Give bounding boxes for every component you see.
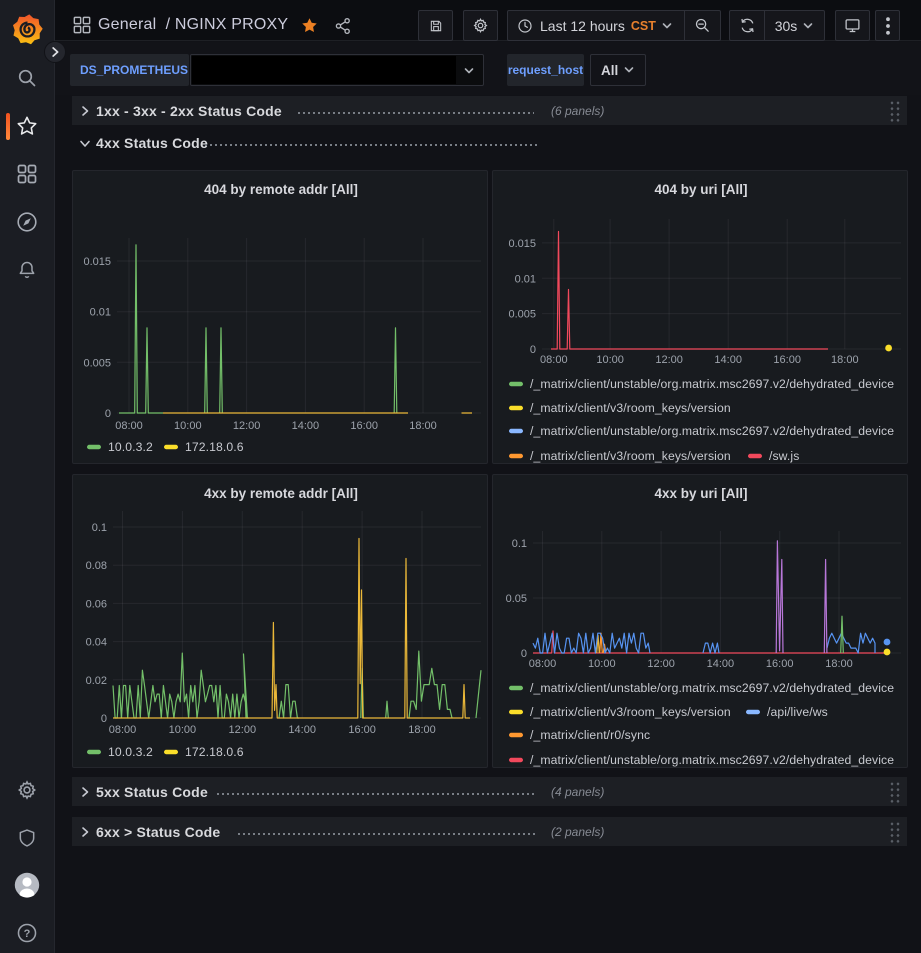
svg-text:18:00: 18:00 [408, 724, 436, 736]
svg-text:10.0.3.2: 10.0.3.2 [108, 440, 153, 454]
svg-text:10:00: 10:00 [174, 420, 202, 432]
svg-text:12:00: 12:00 [229, 724, 257, 736]
svg-text:?: ? [24, 928, 31, 940]
svg-text:18:00: 18:00 [825, 658, 853, 670]
svg-text:0: 0 [521, 648, 527, 660]
svg-text:10:00: 10:00 [596, 354, 624, 366]
svg-text:08:00: 08:00 [529, 658, 557, 670]
svg-text:18:00: 18:00 [409, 420, 437, 432]
svg-text:4xx by uri [All]: 4xx by uri [All] [654, 486, 747, 501]
svg-text:404 by uri [All]: 404 by uri [All] [654, 182, 747, 197]
svg-text:08:00: 08:00 [115, 420, 143, 432]
svg-text:172.18.0.6: 172.18.0.6 [185, 745, 244, 759]
svg-text:16:00: 16:00 [350, 420, 378, 432]
svg-text:10:00: 10:00 [588, 658, 616, 670]
svg-text:404 by remote addr [All]: 404 by remote addr [All] [204, 182, 358, 197]
svg-text:0.08: 0.08 [86, 560, 107, 572]
svg-text:0.05: 0.05 [506, 593, 527, 605]
svg-text:0.02: 0.02 [86, 675, 107, 687]
svg-text:14:00: 14:00 [714, 354, 742, 366]
svg-text:18:00: 18:00 [831, 354, 859, 366]
svg-text:0.1: 0.1 [512, 538, 527, 550]
svg-text:/_matrix/client/unstable/org.m: /_matrix/client/unstable/org.matrix.msc2… [530, 424, 894, 438]
svg-text:/_matrix/client/v3/room_keys/v: /_matrix/client/v3/room_keys/version [530, 705, 731, 719]
svg-text:0.015: 0.015 [508, 238, 536, 250]
svg-text:12:00: 12:00 [233, 420, 261, 432]
svg-text:0: 0 [105, 408, 111, 420]
svg-text:14:00: 14:00 [288, 724, 316, 736]
svg-text:/api/live/ws: /api/live/ws [767, 705, 828, 719]
svg-text:0.01: 0.01 [515, 273, 536, 285]
svg-text:/_matrix/client/v3/room_keys/v: /_matrix/client/v3/room_keys/version [530, 449, 731, 463]
svg-text:/_matrix/client/unstable/org.m: /_matrix/client/unstable/org.matrix.msc2… [530, 681, 894, 695]
svg-text:/sw.js: /sw.js [769, 449, 799, 463]
svg-text:/_matrix/client/v3/room_keys/v: /_matrix/client/v3/room_keys/version [530, 401, 731, 415]
svg-text:0: 0 [530, 344, 536, 356]
svg-text:12:00: 12:00 [647, 658, 675, 670]
svg-text:08:00: 08:00 [540, 354, 568, 366]
svg-text:/_matrix/client/r0/sync: /_matrix/client/r0/sync [530, 728, 650, 742]
svg-text:08:00: 08:00 [109, 724, 137, 736]
svg-text:0.06: 0.06 [86, 598, 107, 610]
svg-text:16:00: 16:00 [348, 724, 376, 736]
svg-text:10.0.3.2: 10.0.3.2 [108, 745, 153, 759]
svg-text:14:00: 14:00 [707, 658, 735, 670]
svg-text:0.01: 0.01 [90, 307, 111, 319]
svg-text:16:00: 16:00 [773, 354, 801, 366]
svg-text:0: 0 [101, 713, 107, 725]
svg-text:0.04: 0.04 [86, 637, 107, 649]
svg-text:/_matrix/client/unstable/org.m: /_matrix/client/unstable/org.matrix.msc2… [530, 377, 894, 391]
svg-text:172.18.0.6: 172.18.0.6 [185, 440, 244, 454]
svg-text:0.1: 0.1 [92, 522, 107, 534]
svg-text:4xx by remote addr [All]: 4xx by remote addr [All] [204, 486, 358, 501]
svg-text:12:00: 12:00 [655, 354, 683, 366]
svg-text:0.005: 0.005 [508, 309, 536, 321]
svg-text:0.005: 0.005 [83, 357, 111, 369]
svg-text:16:00: 16:00 [766, 658, 794, 670]
svg-text:/_matrix/client/unstable/org.m: /_matrix/client/unstable/org.matrix.msc2… [530, 753, 894, 767]
svg-text:0.015: 0.015 [83, 256, 111, 268]
svg-text:10:00: 10:00 [169, 724, 197, 736]
svg-text:14:00: 14:00 [292, 420, 320, 432]
